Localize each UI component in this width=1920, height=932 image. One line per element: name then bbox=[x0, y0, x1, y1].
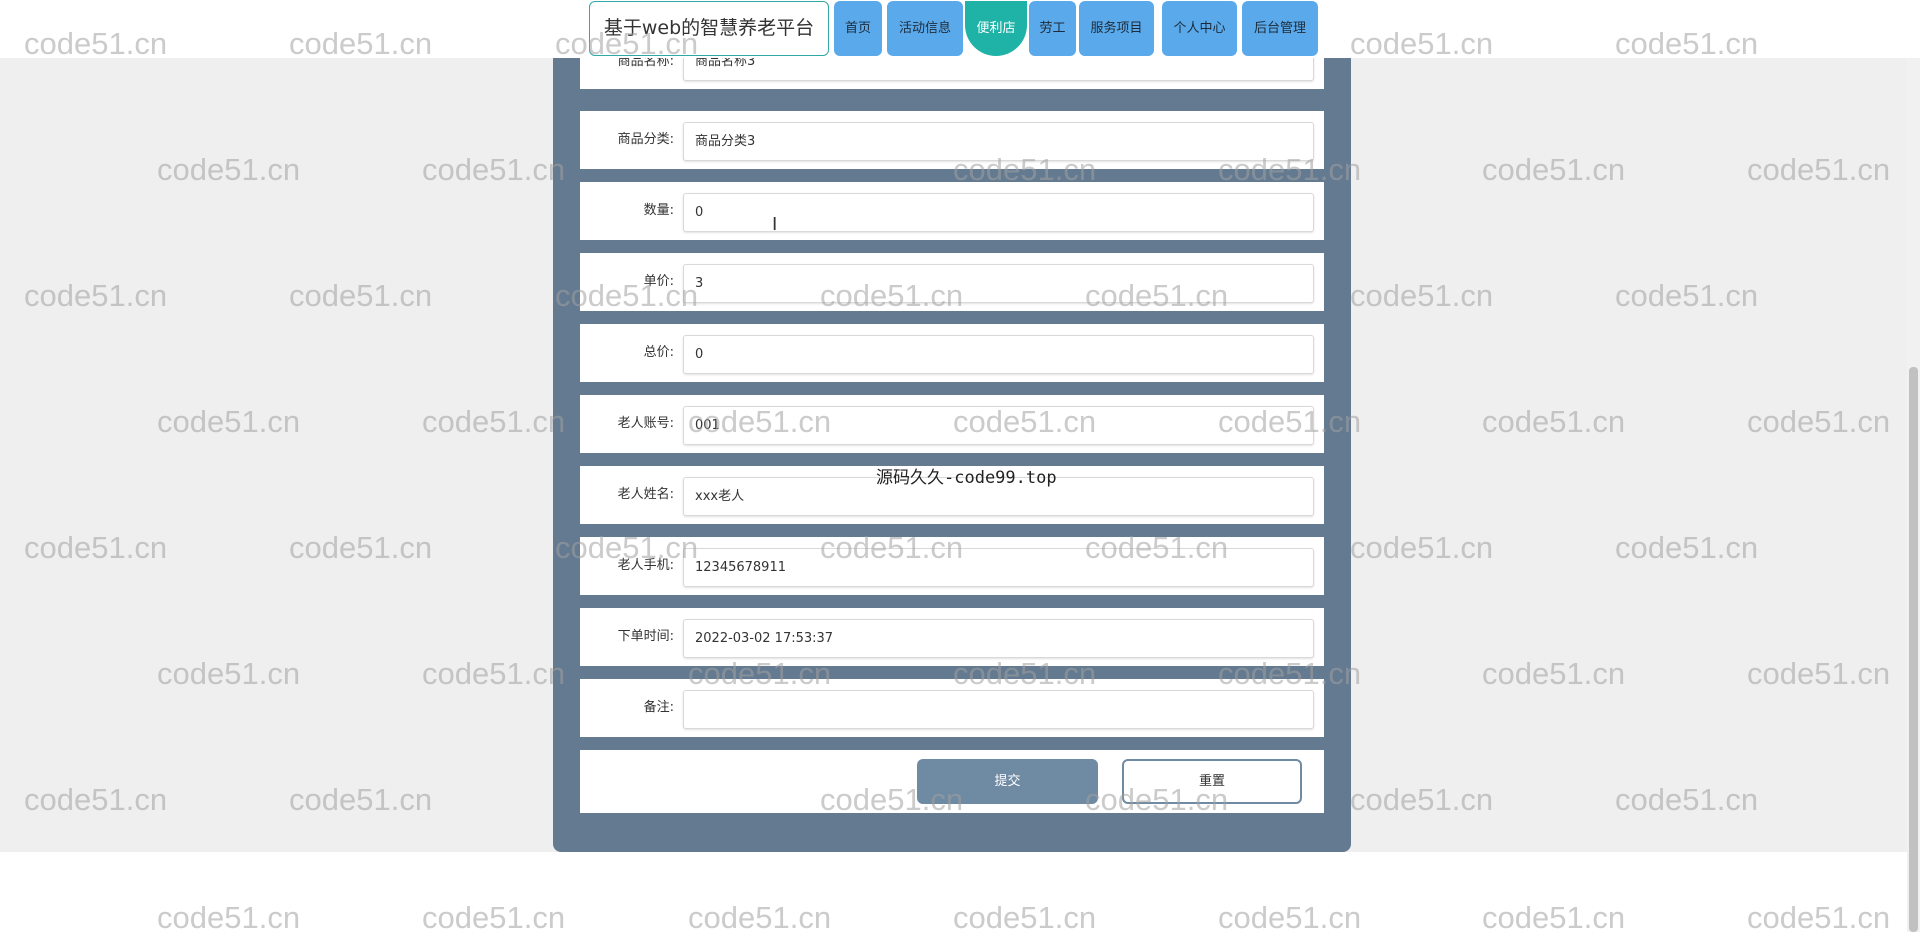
form-actions: 提交 重置 bbox=[580, 750, 1324, 813]
watermark: code51.cn bbox=[289, 530, 433, 565]
watermark: code51.cn bbox=[1482, 656, 1626, 691]
watermark: code51.cn bbox=[1482, 152, 1626, 187]
nav-convenience-store[interactable]: 便利店 bbox=[965, 1, 1027, 56]
watermark: code51.cn bbox=[157, 404, 301, 439]
watermark: code51.cn bbox=[1615, 530, 1759, 565]
watermark: code51.cn bbox=[422, 656, 566, 691]
form-row-quantity: 数量: 0 bbox=[580, 182, 1324, 240]
nav-admin[interactable]: 后台管理 bbox=[1242, 1, 1318, 56]
nav-home[interactable]: 首页 bbox=[834, 1, 882, 56]
remarks-input[interactable] bbox=[683, 690, 1314, 729]
total-price-input[interactable]: 0 bbox=[683, 335, 1314, 374]
unit-price-label: 单价: bbox=[643, 274, 674, 289]
form-row-unit-price: 单价: 3 bbox=[580, 253, 1324, 311]
watermark: code51.cn bbox=[1615, 782, 1759, 817]
watermark: code51.cn bbox=[422, 152, 566, 187]
form-row-order-time: 下单时间: 2022-03-02 17:53:37 bbox=[580, 608, 1324, 666]
elder-phone-input[interactable]: 12345678911 bbox=[683, 548, 1314, 587]
watermark: code51.cn bbox=[24, 530, 168, 565]
site-title: 基于web的智慧养老平台 bbox=[589, 1, 829, 56]
product-category-input[interactable]: 商品分类3 bbox=[683, 122, 1314, 161]
watermark: code51.cn bbox=[289, 278, 433, 313]
elder-phone-label: 老人手机: bbox=[617, 558, 674, 573]
form-row-total-price: 总价: 0 bbox=[580, 324, 1324, 382]
elder-name-label: 老人姓名: bbox=[617, 487, 674, 502]
watermark: code51.cn bbox=[1350, 782, 1494, 817]
watermark: code51.cn bbox=[289, 782, 433, 817]
form-row-elder-account: 老人账号: 001 bbox=[580, 395, 1324, 453]
nav-service-items[interactable]: 服务项目 bbox=[1079, 1, 1154, 56]
elder-account-label: 老人账号: bbox=[617, 416, 674, 431]
unit-price-input[interactable]: 3 bbox=[683, 264, 1314, 303]
total-price-label: 总价: bbox=[643, 345, 674, 360]
nav-personal-center[interactable]: 个人中心 bbox=[1162, 1, 1237, 56]
text-cursor-icon: I bbox=[772, 214, 778, 235]
page: 基于web的智慧养老平台 首页 活动信息 便利店 劳工 服务项目 个人中心 后台… bbox=[0, 0, 1920, 932]
watermark: code51.cn bbox=[1482, 404, 1626, 439]
watermark: code51.cn bbox=[24, 782, 168, 817]
watermark: code51.cn bbox=[24, 278, 168, 313]
order-time-input[interactable]: 2022-03-02 17:53:37 bbox=[683, 619, 1314, 658]
quantity-label: 数量: bbox=[643, 203, 674, 218]
watermark: code51.cn bbox=[1350, 278, 1494, 313]
top-navigation: 基于web的智慧养老平台 首页 活动信息 便利店 劳工 服务项目 个人中心 后台… bbox=[0, 0, 1920, 58]
watermark: code51.cn bbox=[157, 152, 301, 187]
elder-account-input[interactable]: 001 bbox=[683, 406, 1314, 445]
order-time-label: 下单时间: bbox=[617, 629, 674, 644]
form-row-elder-phone: 老人手机: 12345678911 bbox=[580, 537, 1324, 595]
product-category-label: 商品分类: bbox=[617, 132, 674, 147]
form-row-product-category: 商品分类: 商品分类3 bbox=[580, 111, 1324, 169]
submit-button[interactable]: 提交 bbox=[917, 759, 1098, 804]
watermark: code51.cn bbox=[1747, 656, 1891, 691]
watermark: code51.cn bbox=[157, 656, 301, 691]
watermark: code51.cn bbox=[1350, 530, 1494, 565]
form-row-remarks: 备注: bbox=[580, 679, 1324, 737]
watermark: code51.cn bbox=[1615, 278, 1759, 313]
nav-labor[interactable]: 劳工 bbox=[1029, 1, 1076, 56]
center-watermark: 源码久久-code99.top bbox=[876, 468, 1057, 488]
quantity-input[interactable]: 0 bbox=[683, 193, 1314, 232]
remarks-label: 备注: bbox=[643, 700, 674, 715]
watermark: code51.cn bbox=[422, 404, 566, 439]
page-footer-area bbox=[0, 852, 1920, 932]
watermark: code51.cn bbox=[1747, 404, 1891, 439]
reset-button[interactable]: 重置 bbox=[1122, 759, 1302, 804]
watermark: code51.cn bbox=[1747, 152, 1891, 187]
scrollbar-thumb[interactable] bbox=[1909, 367, 1918, 932]
nav-activity-info[interactable]: 活动信息 bbox=[887, 1, 963, 56]
